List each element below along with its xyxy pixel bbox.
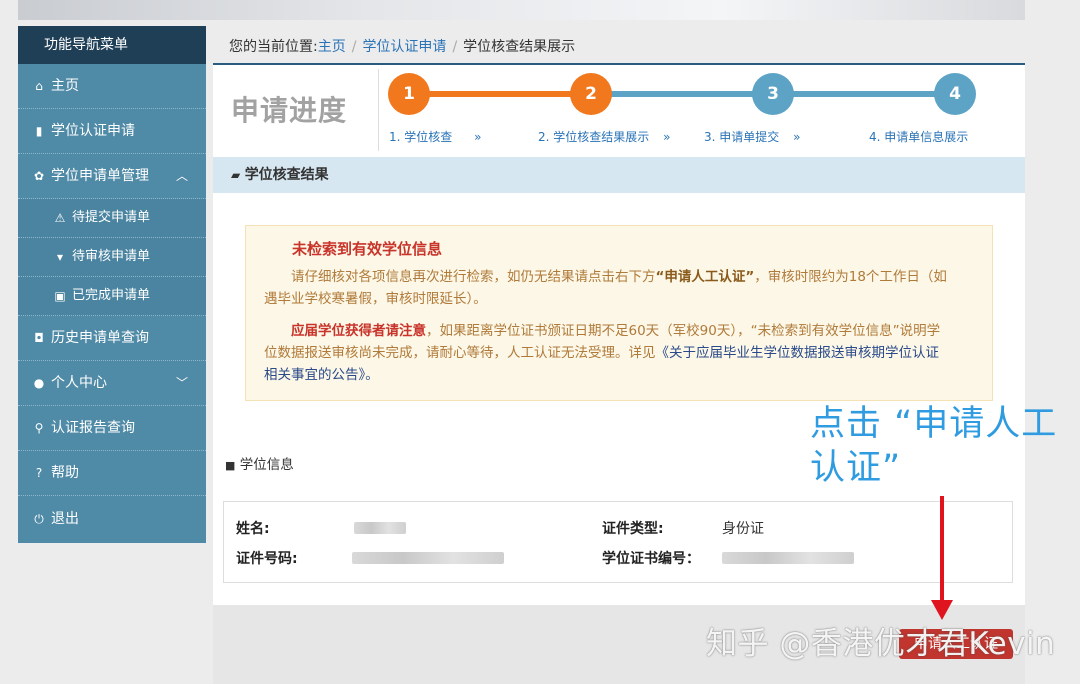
top-banner (18, 0, 1025, 20)
step-arrow: » (663, 130, 671, 144)
degree-info-header: ■ 学位信息 (225, 453, 294, 473)
sidebar-header: 功能导航菜单 (18, 26, 206, 64)
sidebar-item-help[interactable]: ? 帮助 (18, 451, 206, 496)
notice-paragraph-1: 请仔细核对各项信息再次进行检索，如仍无结果请点击右下方“申请人工认证”，审核时限… (264, 266, 952, 310)
sidebar-item-label: 主页 (51, 78, 79, 94)
sidebar-item-label: 学位申请单管理 (51, 168, 149, 184)
annotation-arrow-line (940, 496, 944, 608)
question-icon: ? (35, 466, 43, 480)
sidebar-item-label: 待提交申请单 (72, 210, 151, 225)
breadcrumb-separator: / (351, 39, 357, 55)
step-3-label: 3. 申请单提交 » (704, 128, 800, 145)
annotation-text: 点击 “申请人工认证” (810, 404, 1058, 488)
briefcase-icon: ▣ (54, 289, 66, 303)
chevron-up-icon: ︿ (175, 169, 188, 183)
file-icon: ▮ (35, 124, 43, 138)
breadcrumb-prefix: 您的当前位置: (229, 39, 318, 55)
sidebar-item-label: 认证报告查询 (51, 420, 135, 436)
home-icon: ⌂ (35, 79, 43, 93)
result-section-header: ▰ 学位核查结果 (213, 157, 1025, 193)
sidebar-item-label: 历史申请单查询 (51, 330, 149, 346)
step-label-text: 3. 申请单提交 (704, 130, 780, 144)
sidebar-item-personal-center[interactable]: ● 个人中心 ﹀ (18, 361, 206, 406)
step-2-label: 2. 学位核查结果展示 » (538, 128, 670, 145)
sidebar-item-label: 待审核申请单 (72, 249, 151, 264)
camera-icon: ◘ (34, 331, 44, 345)
search-icon: ⚲ (34, 421, 44, 435)
step-arrow: » (793, 130, 801, 144)
name-label: 姓名: (236, 521, 270, 537)
sidebar-item-label: 学位认证申请 (51, 123, 135, 139)
chevron-down-icon: ﹀ (175, 376, 188, 390)
cert-number-value-redacted (722, 552, 854, 564)
sidebar-item-history[interactable]: ◘ 历史申请单查询 (18, 316, 206, 361)
step-3-circle: 3 (752, 73, 794, 115)
step-1-label: 1. 学位核查 » (389, 128, 481, 145)
progress-track-1 (409, 91, 591, 97)
sidebar-subitem-completed[interactable]: ▣ 已完成申请单 (18, 277, 206, 316)
sidebar-item-label: 个人中心 (51, 375, 107, 391)
notice-highlight: “申请人工认证” (655, 269, 755, 285)
sidebar-item-label: 帮助 (51, 465, 79, 481)
sidebar-item-label: 退出 (51, 510, 79, 527)
notice-text: 。 (365, 367, 379, 383)
sidebar-item-home[interactable]: ⌂ 主页 (18, 64, 206, 109)
sidebar-subitem-pending-review[interactable]: ▾ 待审核申请单 (18, 238, 206, 277)
step-label-text: 1. 学位核查 (389, 130, 453, 144)
degree-info-title: 学位信息 (239, 457, 294, 473)
main-panel: 申请进度 1 2 3 4 1. 学位核查 » 2. 学位核查结果展示 » 3. … (213, 63, 1025, 684)
step-1-circle: 1 (388, 73, 430, 115)
id-type-label: 证件类型: (602, 521, 664, 537)
user-icon: ● (33, 376, 45, 390)
power-icon: ⏻ (34, 511, 44, 526)
sidebar: 功能导航菜单 ⌂ 主页 ▮ 学位认证申请 ✿ 学位申请单管理 ︿ ⚠ 待提交申请… (18, 26, 206, 543)
sidebar-item-report-query[interactable]: ⚲ 认证报告查询 (18, 406, 206, 451)
annotation-arrow-head-icon (931, 600, 953, 620)
result-section-title: 学位核查结果 (244, 167, 329, 183)
degree-info-box: 姓名: 证件类型: 身份证 证件号码: 学位证书编号： (223, 501, 1013, 583)
cert-number-label: 学位证书编号： (602, 551, 700, 567)
video-icon: ■ (225, 459, 236, 472)
id-number-value-redacted (352, 552, 504, 564)
sidebar-subitem-pending-submit[interactable]: ⚠ 待提交申请单 (18, 199, 206, 238)
breadcrumb-current: 学位核查结果展示 (463, 39, 576, 55)
step-arrow: » (474, 130, 482, 144)
sidebar-item-application-management[interactable]: ✿ 学位申请单管理 ︿ (18, 154, 206, 199)
progress-divider (378, 69, 379, 151)
sidebar-item-logout[interactable]: ⏻ 退出 (18, 496, 206, 541)
step-4-circle: 4 (934, 73, 976, 115)
comment-icon: ▰ (231, 168, 241, 182)
warning-notice: 未检索到有效学位信息 请仔细核对各项信息再次进行检索，如仍无结果请点击右下方“申… (245, 225, 993, 401)
step-4-label: 4. 申请单信息展示 (869, 128, 968, 145)
step-2-circle: 2 (570, 73, 612, 115)
step-label-text: 4. 申请单信息展示 (869, 130, 969, 144)
notice-title: 未检索到有效学位信息 (292, 240, 443, 258)
progress-title: 申请进度 (231, 94, 348, 127)
id-number-label: 证件号码: (236, 551, 298, 567)
breadcrumb-separator: / (452, 39, 458, 55)
notice-text: 请仔细核对各项信息再次进行检索，如仍无结果请点击右下方 (291, 269, 656, 285)
breadcrumb: 您的当前位置:主页 / 学位认证申请 / 学位核查结果展示 (229, 36, 575, 56)
watermark: 知乎 @香港优才君Kevin (706, 626, 1056, 662)
breadcrumb-home-link[interactable]: 主页 (318, 39, 346, 55)
step-label-text: 2. 学位核查结果展示 (538, 130, 650, 144)
notice-paragraph-2: 应届学位获得者请注意，如果距离学位证书颁证日期不足60天（军校90天），“未检索… (264, 320, 952, 386)
breadcrumb-degree-apply-link[interactable]: 学位认证申请 (362, 39, 446, 55)
id-type-value: 身份证 (722, 521, 764, 537)
notice-warning-text: 应届学位获得者请注意 (291, 323, 426, 339)
sidebar-item-degree-apply[interactable]: ▮ 学位认证申请 (18, 109, 206, 154)
name-value-redacted (354, 522, 406, 534)
sidebar-item-label: 已完成申请单 (72, 288, 151, 303)
gear-icon: ✿ (33, 169, 45, 183)
cart-icon: ▾ (56, 250, 64, 264)
warning-icon: ⚠ (54, 211, 66, 225)
